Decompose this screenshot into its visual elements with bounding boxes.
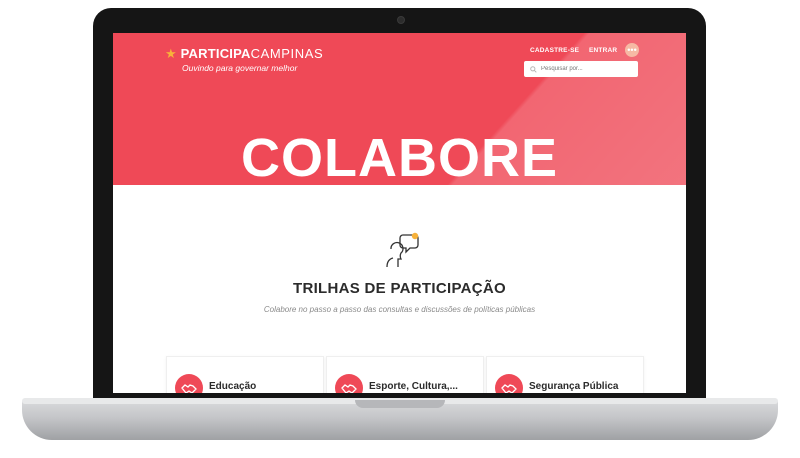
section-subtitle: Colabore no passo a passo das consultas … [263,305,536,314]
star-icon: ★ [165,46,177,61]
logo-name-light: CAMPINAS [250,46,324,61]
login-link[interactable]: ENTRAR [589,47,617,54]
trails-list: Educação Esporte, Cultura,... Segurança … [166,356,644,393]
trail-card-label: Segurança Pública [529,381,619,392]
trail-card-educacao[interactable]: Educação [166,356,324,393]
search-box[interactable] [524,61,638,77]
site-tagline: Ouvindo para governar melhor [182,63,298,73]
chat-person-icon [386,232,419,268]
section-title: TRILHAS DE PARTICIPAÇÃO [292,280,506,297]
trail-card-label: Educação [209,381,257,392]
trail-card-seguranca[interactable]: Segurança Pública [486,356,644,393]
hero-banner: ★ PARTICIPA CAMPINAS Ouvindo para govern… [113,33,686,185]
trail-card-esporte[interactable]: Esporte, Cultura,... [326,356,484,393]
trail-card-label: Esporte, Cultura,... [369,381,458,392]
more-dots-icon[interactable]: ••• [625,43,639,57]
laptop-notch [355,400,445,408]
camera-icon [397,16,405,24]
hero-title: COLABORE [241,128,558,185]
handshake-icon [335,374,363,393]
signup-link[interactable]: CADASTRE-SE [530,47,579,54]
search-icon [530,65,537,73]
logo-name-bold: PARTICIPA [180,46,251,61]
handshake-icon [495,374,523,393]
site-logo[interactable]: ★ PARTICIPA CAMPINAS [165,46,323,61]
search-input[interactable] [541,66,631,72]
handshake-icon [175,374,203,393]
browser-viewport: ★ PARTICIPA CAMPINAS Ouvindo para govern… [113,33,686,393]
